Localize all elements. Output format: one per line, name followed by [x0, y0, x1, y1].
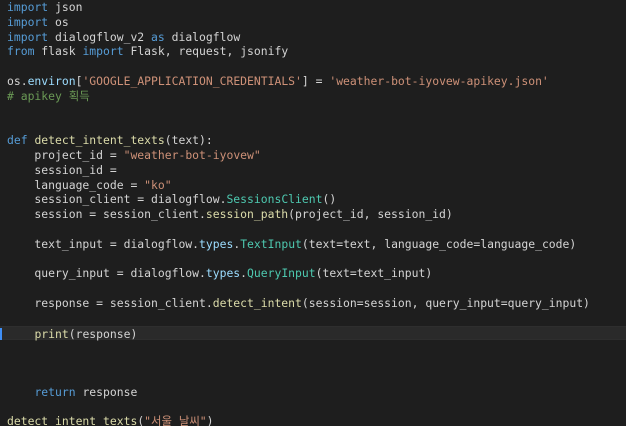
code-token: (text=text, language_code=language_code)	[301, 236, 577, 251]
code-line[interactable]: project_id = "weather-bot-iyovew"	[7, 148, 626, 163]
code-token: (project_id, session_id)	[288, 207, 453, 222]
code-line[interactable]	[7, 118, 626, 133]
code-token: (response)	[68, 326, 138, 341]
code-token: types	[199, 236, 234, 251]
code-line[interactable]: language_code = "ko"	[7, 178, 626, 193]
code-token: import	[82, 44, 124, 59]
text-cursor	[0, 327, 2, 340]
code-line[interactable]: import dialogflow_v2 as dialogflow	[7, 30, 626, 45]
code-token: print	[34, 326, 69, 341]
code-line[interactable]: from flask import Flask, request, jsonif…	[7, 44, 626, 59]
code-line[interactable]: # apikey 획득	[7, 89, 626, 104]
code-token: TextInput	[240, 236, 302, 251]
code-line[interactable]: session_client = dialogflow.SessionsClie…	[7, 192, 626, 207]
code-token: session_client = dialogflow.	[7, 192, 227, 207]
code-token: detect_intent_texts	[7, 414, 138, 426]
code-token: (text=text_input)	[315, 266, 433, 281]
code-token: detect_intent	[212, 295, 302, 310]
code-line[interactable]: os.environ['GOOGLE_APPLICATION_CREDENTIA…	[7, 74, 626, 89]
code-line-current[interactable]: print(response)	[0, 325, 626, 341]
code-token: dialogflow	[164, 29, 241, 44]
code-token: environ	[27, 73, 76, 88]
code-line[interactable]	[7, 400, 626, 415]
code-token: response = session_client.	[7, 295, 213, 310]
code-token: def	[7, 133, 28, 148]
code-token: os	[48, 14, 69, 29]
code-line[interactable]	[7, 355, 626, 370]
code-token: QueryInput	[247, 266, 316, 281]
code-token: session_path	[205, 207, 289, 222]
code-token: flask	[34, 44, 83, 59]
code-line[interactable]: response = session_client.detect_intent(…	[7, 296, 626, 311]
code-token: language_code =	[7, 177, 145, 192]
code-line[interactable]: text_input = dialogflow.types.TextInput(…	[7, 237, 626, 252]
code-token: os.	[7, 73, 28, 88]
code-token: Flask, request, jsonify	[123, 44, 289, 59]
code-line[interactable]	[7, 59, 626, 74]
code-line[interactable]	[7, 222, 626, 237]
code-token: 'weather-bot-iyovew-apikey.json'	[329, 73, 549, 88]
code-line[interactable]	[7, 104, 626, 119]
code-line[interactable]	[7, 311, 626, 326]
code-line[interactable]: session = session_client.session_path(pr…	[7, 207, 626, 222]
code-line[interactable]: import json	[7, 0, 626, 15]
code-token: 'GOOGLE_APPLICATION_CREDENTIALS'	[82, 73, 302, 88]
code-line[interactable]: def detect_intent_texts(text):	[7, 133, 626, 148]
code-lines[interactable]: import json import os import dialogflow_v2…	[0, 0, 626, 426]
code-line[interactable]: query_input = dialogflow.types.QueryInpu…	[7, 266, 626, 281]
code-editor[interactable]: import json import os import dialogflow_v2…	[0, 0, 626, 426]
code-token: # apikey 획득	[7, 88, 90, 103]
code-token: project_id =	[7, 147, 124, 162]
code-token: import	[7, 0, 49, 14]
code-token: "서울 날씨"	[144, 414, 207, 426]
code-token: .	[240, 266, 248, 281]
code-token: session = session_client.	[7, 207, 206, 222]
code-line[interactable]: detect_intent_texts("서울 날씨")	[7, 414, 626, 426]
code-token: )	[206, 414, 214, 426]
code-token: dialogflow_v2	[48, 29, 152, 44]
code-token: response	[75, 384, 138, 399]
code-line[interactable]	[7, 252, 626, 267]
code-line[interactable]: session_id =	[7, 163, 626, 178]
code-token: session_id =	[7, 162, 117, 177]
code-token: import	[7, 29, 49, 44]
code-token: types	[205, 266, 241, 281]
code-token: ] =	[301, 73, 330, 88]
code-token: (text):	[164, 133, 213, 148]
code-token: as	[151, 29, 165, 44]
code-token: (session=session, query_input=query_inpu…	[301, 295, 590, 310]
code-token: json	[48, 0, 83, 14]
code-token: ()	[322, 192, 337, 207]
code-line[interactable]: import os	[7, 15, 626, 30]
code-token: "weather-bot-iyovew"	[123, 147, 261, 162]
code-token: detect_intent_texts	[34, 133, 165, 148]
code-line[interactable]	[7, 281, 626, 296]
code-line[interactable]: return response	[7, 385, 626, 400]
code-token: SessionsClient	[226, 192, 323, 207]
code-line[interactable]	[7, 370, 626, 385]
code-token: return	[34, 384, 76, 399]
code-token: "ko"	[144, 177, 172, 192]
code-line[interactable]	[7, 340, 626, 355]
code-token: text_input = dialogflow.	[7, 236, 200, 251]
code-token: from	[7, 44, 35, 59]
code-token: import	[7, 14, 49, 29]
code-token: query_input = dialogflow.	[7, 266, 206, 281]
